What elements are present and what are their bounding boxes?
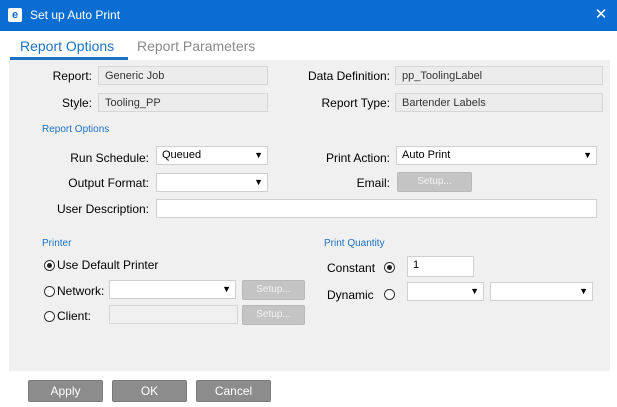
tab-report-options[interactable]: Report Options [20, 38, 114, 54]
run-schedule-value: Queued [162, 149, 202, 161]
data-definition-label: Data Definition: [307, 69, 390, 83]
data-definition-field: pp_ToolingLabel [395, 66, 603, 85]
print-quantity-section-title: Print Quantity [324, 238, 385, 249]
style-label: Style: [61, 96, 92, 110]
use-default-printer-radio[interactable] [44, 260, 55, 271]
chevron-down-icon: ▼ [254, 177, 263, 187]
network-printer-radio[interactable] [44, 286, 55, 297]
network-printer-select[interactable]: ▼ [109, 280, 236, 299]
report-options-section-title: Report Options [42, 124, 110, 135]
report-field: Generic Job [98, 66, 268, 85]
report-type-field: Bartender Labels [395, 93, 603, 112]
network-setup-button[interactable]: Setup... [242, 280, 305, 300]
output-format-select[interactable]: ▼ [156, 173, 268, 192]
dynamic-label: Dynamic [327, 288, 374, 302]
client-printer-radio[interactable] [44, 311, 55, 322]
window-title: Set up Auto Print [30, 8, 121, 22]
ok-button[interactable]: OK [112, 380, 187, 402]
user-description-label: User Description: [56, 202, 149, 216]
constant-radio[interactable] [384, 262, 395, 273]
apply-button[interactable]: Apply [28, 380, 103, 402]
chevron-down-icon: ▼ [583, 150, 592, 160]
dynamic-radio[interactable] [384, 289, 395, 300]
close-icon[interactable]: ✕ [594, 6, 608, 24]
email-setup-button[interactable]: Setup... [397, 172, 472, 192]
client-printer-label: Client: [57, 309, 92, 323]
constant-quantity-input[interactable]: 1 [407, 256, 474, 277]
app-logo-icon: e [8, 8, 22, 22]
chevron-down-icon: ▼ [579, 286, 588, 296]
print-action-value: Auto Print [402, 149, 451, 161]
run-schedule-label: Run Schedule: [70, 151, 149, 165]
cancel-button[interactable]: Cancel [196, 380, 271, 402]
printer-section-title: Printer [42, 238, 72, 249]
constant-label: Constant [327, 261, 376, 275]
client-setup-button[interactable]: Setup... [242, 305, 305, 325]
chevron-down-icon: ▼ [254, 150, 263, 160]
report-type-label: Report Type: [321, 96, 390, 110]
network-printer-label: Network: [57, 284, 105, 298]
user-description-input[interactable] [156, 199, 597, 218]
print-action-select[interactable]: Auto Print ▼ [396, 146, 597, 165]
style-field: Tooling_PP [98, 93, 268, 112]
print-action-label: Print Action: [325, 151, 390, 165]
client-printer-field[interactable] [109, 305, 238, 324]
tab-report-parameters[interactable]: Report Parameters [137, 38, 255, 54]
chevron-down-icon: ▼ [470, 286, 479, 296]
chevron-down-icon: ▼ [222, 284, 231, 294]
email-label: Email: [356, 176, 390, 190]
output-format-label: Output Format: [68, 176, 149, 190]
dynamic-source-select[interactable]: ▼ [407, 282, 484, 301]
use-default-printer-label: Use Default Printer [57, 258, 159, 272]
run-schedule-select[interactable]: Queued ▼ [156, 146, 268, 165]
dynamic-field-select[interactable]: ▼ [490, 282, 593, 301]
report-label: Report: [52, 69, 92, 83]
